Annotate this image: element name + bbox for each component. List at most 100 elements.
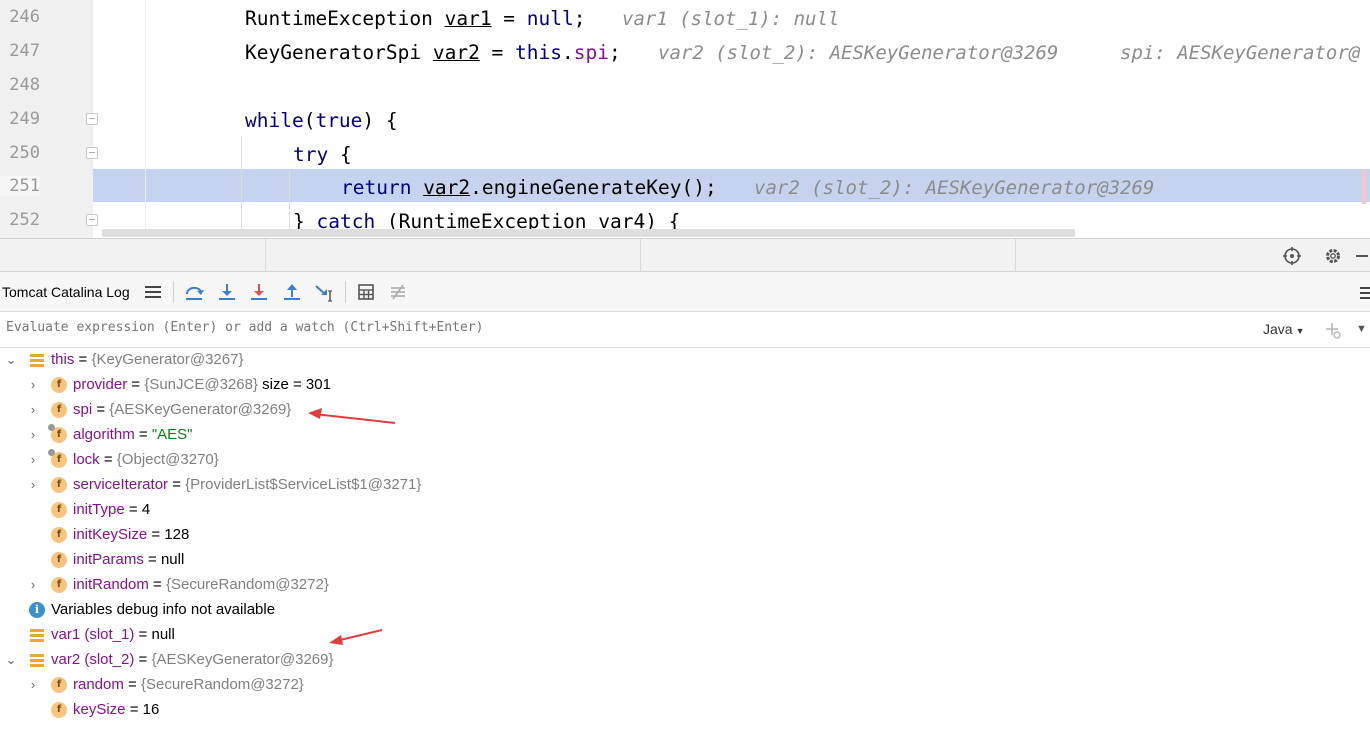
- code-line-250: 250 try {: [0, 137, 1370, 171]
- annotation-arrow-spi: [308, 408, 396, 424]
- line-number: 249: [9, 109, 40, 129]
- tree-node-text: keySize = 16: [73, 701, 160, 718]
- tab-tomcat-catalina-log[interactable]: Tomcat Catalina Log: [2, 284, 130, 300]
- code-text: RuntimeException var1 = null;: [245, 7, 586, 30]
- code-editor[interactable]: 246 RuntimeException var1 = null; var1 (…: [0, 0, 1370, 238]
- field-icon: f: [51, 702, 67, 718]
- tree-node-initKeySize[interactable]: f initKeySize = 128: [0, 523, 1370, 548]
- tree-node-text: this = {KeyGenerator@3267}: [51, 351, 244, 368]
- tree-node-var1[interactable]: var1 (slot_1) = null: [0, 623, 1370, 648]
- chevron-right-icon[interactable]: ›: [27, 377, 39, 392]
- tree-node-info: i Variables debug info not available: [0, 598, 1370, 623]
- field-icon: f: [51, 677, 67, 693]
- chevron-right-icon[interactable]: ›: [27, 402, 39, 417]
- tree-node-text: algorithm = "AES": [73, 426, 193, 443]
- fold-marker-icon[interactable]: [86, 214, 98, 226]
- chevron-right-icon[interactable]: ›: [27, 477, 39, 492]
- fold-marker-icon[interactable]: [86, 113, 98, 125]
- inline-debug-hint: spi: AESKeyGenerator@: [1120, 42, 1361, 64]
- menu-lines-icon[interactable]: [142, 281, 164, 303]
- info-icon: i: [29, 602, 45, 618]
- final-field-icon: f: [48, 424, 67, 443]
- crosshair-icon[interactable]: [1282, 246, 1302, 266]
- add-watch-icon[interactable]: [1324, 320, 1342, 345]
- variable-icon: [29, 627, 45, 643]
- minimize-icon[interactable]: [1354, 246, 1368, 266]
- tree-node-initType[interactable]: f initType = 4: [0, 498, 1370, 523]
- inline-debug-hint: var2 (slot_2): AESKeyGenerator@3269: [658, 42, 1059, 64]
- tab-divider: [640, 239, 641, 273]
- field-icon: f: [51, 402, 67, 418]
- evaluate-bar: Java▼ ▼: [0, 312, 1370, 348]
- tree-node-var2[interactable]: ⌄ var2 (slot_2) = {AESKeyGenerator@3269}: [0, 648, 1370, 673]
- chevron-right-icon[interactable]: ›: [27, 577, 39, 592]
- tree-node-serviceIterator[interactable]: › f serviceIterator = {ProviderList$Serv…: [0, 473, 1370, 498]
- language-selector[interactable]: Java ▼: [1263, 321, 1305, 337]
- tree-node-text: provider = {SunJCE@3268} size = 301: [73, 376, 331, 393]
- tree-node-text: random = {SecureRandom@3272}: [73, 676, 304, 693]
- annotation-arrow-var1: [329, 629, 383, 645]
- field-icon: f: [51, 527, 67, 543]
- variables-tree: ⌄ this = {KeyGenerator@3267} › f provide…: [0, 348, 1370, 741]
- tree-node-provider[interactable]: › f provider = {SunJCE@3268} size = 301: [0, 373, 1370, 398]
- variable-icon: [29, 352, 45, 368]
- chevron-right-icon[interactable]: ›: [27, 427, 39, 442]
- chevron-down-icon[interactable]: ⌄: [5, 652, 17, 668]
- horizontal-scrollbar[interactable]: [102, 229, 1075, 237]
- inline-debug-hint: var2 (slot_2): AESKeyGenerator@3269: [754, 177, 1155, 199]
- code-line-247: 247 KeyGeneratorSpi var2 = this.spi; var…: [0, 35, 1370, 69]
- tab-divider: [1015, 239, 1016, 273]
- line-number: 250: [9, 143, 40, 163]
- tree-node-spi[interactable]: › f spi = {AESKeyGenerator@3269}: [0, 398, 1370, 423]
- tree-node-initParams[interactable]: f initParams = null: [0, 548, 1370, 573]
- trace-stream-icon[interactable]: [387, 281, 409, 303]
- code-line-249: 249 while(true) {: [0, 103, 1370, 137]
- tab-divider: [265, 239, 266, 273]
- line-number: 246: [9, 7, 40, 27]
- field-icon: f: [51, 577, 67, 593]
- tree-node-text: initKeySize = 128: [73, 526, 190, 543]
- force-step-into-icon[interactable]: [248, 281, 270, 303]
- line-number: 248: [9, 75, 40, 95]
- tree-node-text: initType = 4: [73, 501, 151, 518]
- fold-marker-icon[interactable]: [86, 147, 98, 159]
- debugger-toolbar: Tomcat Catalina Log: [0, 272, 1370, 312]
- code-line-248: 248: [0, 69, 1370, 103]
- tree-node-this[interactable]: ⌄ this = {KeyGenerator@3267}: [0, 348, 1370, 373]
- tree-node-text: var2 (slot_2) = {AESKeyGenerator@3269}: [51, 651, 334, 668]
- run-to-cursor-icon[interactable]: [313, 281, 335, 303]
- tree-node-text: serviceIterator = {ProviderList$ServiceL…: [73, 476, 422, 493]
- line-number: 252: [9, 210, 40, 230]
- chevron-right-icon[interactable]: ›: [27, 677, 39, 692]
- code-text: try {: [293, 143, 352, 166]
- language-label: Java: [1263, 321, 1293, 337]
- evaluate-expression-input[interactable]: [6, 320, 1206, 335]
- code-line-251: 251 return var2.engineGenerateKey(); var…: [0, 170, 1370, 204]
- gear-icon[interactable]: [1323, 246, 1343, 266]
- toolbar-divider: [173, 281, 174, 303]
- line-number: 251: [0, 176, 40, 196]
- code-text: while(true) {: [245, 109, 398, 132]
- chevron-down-icon[interactable]: ▼: [1356, 323, 1367, 335]
- tree-node-keySize[interactable]: f keySize = 16: [0, 698, 1370, 723]
- tree-node-text: spi = {AESKeyGenerator@3269}: [73, 401, 292, 418]
- debug-tab-strip: [0, 238, 1370, 273]
- debug-info-message: Variables debug info not available: [51, 601, 276, 618]
- step-over-icon[interactable]: [183, 281, 205, 303]
- chevron-right-icon[interactable]: ›: [27, 452, 39, 467]
- evaluate-expression-icon[interactable]: [355, 281, 377, 303]
- tree-node-random[interactable]: › f random = {SecureRandom@3272}: [0, 673, 1370, 698]
- chevron-down-icon[interactable]: ⌄: [5, 352, 17, 368]
- field-icon: f: [51, 502, 67, 518]
- step-out-icon[interactable]: [281, 281, 303, 303]
- tree-node-algorithm[interactable]: › f algorithm = "AES": [0, 423, 1370, 448]
- tree-node-initRandom[interactable]: › f initRandom = {SecureRandom@3272}: [0, 573, 1370, 598]
- step-into-icon[interactable]: [216, 281, 238, 303]
- tree-node-lock[interactable]: › f lock = {Object@3270}: [0, 448, 1370, 473]
- field-icon: f: [51, 477, 67, 493]
- final-field-icon: f: [48, 449, 67, 468]
- code-text: return var2.engineGenerateKey();: [341, 176, 717, 199]
- inline-debug-hint: var1 (slot_1): null: [622, 8, 840, 30]
- more-options-icon[interactable]: [1352, 281, 1370, 303]
- toolbar-divider: [345, 281, 346, 303]
